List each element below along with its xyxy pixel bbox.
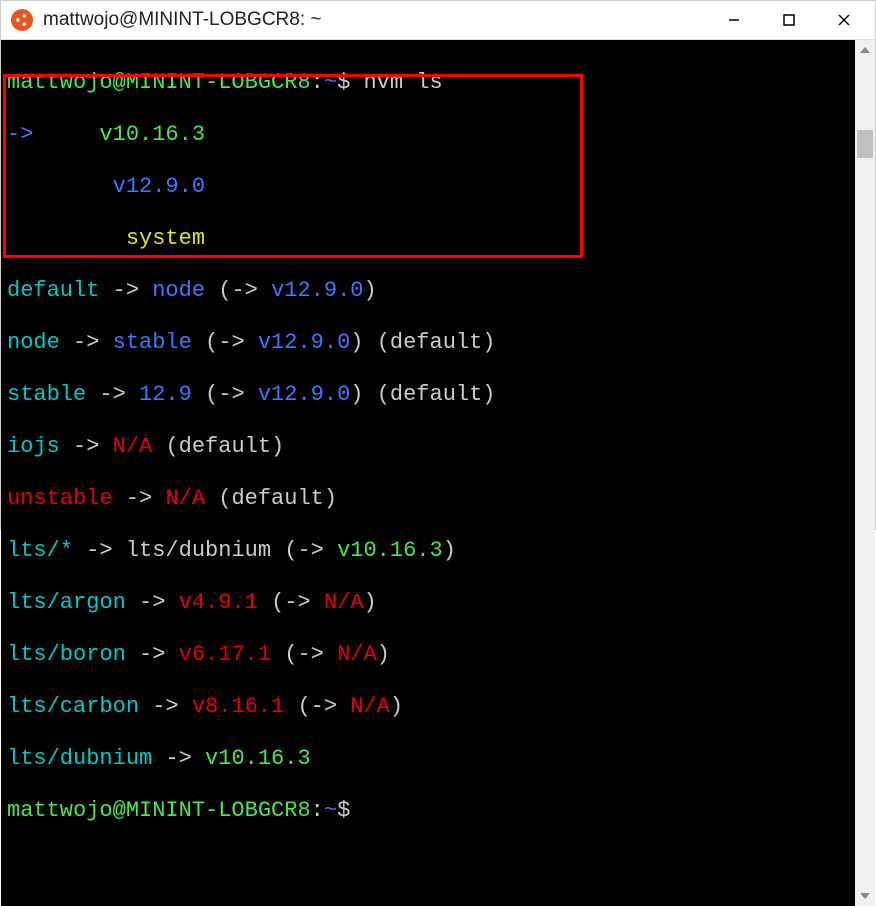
output-line: -> v10.16.3 (7, 122, 849, 148)
terminal-area: mattwojo@MININT-LOBGCR8:~$ nvm ls -> v10… (1, 40, 875, 906)
output-line: lts/carbon -> v8.16.1 (-> N/A) (7, 694, 849, 720)
titlebar: mattwojo@MININT-LOBGCR8: ~ (1, 1, 875, 40)
version-12: v12.9.0 (113, 174, 205, 199)
system-label: system (126, 226, 205, 251)
output-line: lts/dubnium -> v10.16.3 (7, 746, 849, 772)
terminal-output[interactable]: mattwojo@MININT-LOBGCR8:~$ nvm ls -> v10… (1, 40, 855, 906)
output-line: stable -> 12.9 (-> v12.9.0) (default) (7, 382, 849, 408)
prompt-userhost: mattwojo@MININT-LOBGCR8 (7, 70, 311, 95)
prompt-userhost: mattwojo@MININT-LOBGCR8 (7, 798, 311, 823)
alias-unstable: unstable (7, 486, 113, 511)
output-line: iojs -> N/A (default) (7, 434, 849, 460)
output-line: lts/argon -> v4.9.1 (-> N/A) (7, 590, 849, 616)
alias-lts-dubnium: lts/dubnium (7, 746, 152, 771)
alias-lts-boron: lts/boron (7, 642, 126, 667)
prompt-line: mattwojo@MININT-LOBGCR8:~$ (7, 798, 849, 824)
close-button[interactable] (816, 1, 871, 39)
scroll-down-button[interactable] (855, 886, 875, 906)
output-line: system (7, 226, 849, 252)
version-10: v10.16.3 (99, 122, 205, 147)
prompt-path: ~ (324, 70, 337, 95)
minimize-button[interactable] (706, 1, 761, 39)
output-line: lts/boron -> v6.17.1 (-> N/A) (7, 642, 849, 668)
scrollbar[interactable] (855, 40, 875, 906)
output-line: default -> node (-> v12.9.0) (7, 278, 849, 304)
maximize-button[interactable] (761, 1, 816, 39)
window-title: mattwojo@MININT-LOBGCR8: ~ (43, 9, 706, 31)
output-line: node -> stable (-> v12.9.0) (default) (7, 330, 849, 356)
alias-stable: stable (7, 382, 86, 407)
prompt-line: mattwojo@MININT-LOBGCR8:~$ nvm ls (7, 70, 849, 96)
current-arrow: -> (7, 122, 33, 147)
scroll-thumb[interactable] (857, 130, 873, 158)
output-line: lts/* -> lts/dubnium (-> v10.16.3) (7, 538, 849, 564)
alias-default: default (7, 278, 99, 303)
ubuntu-icon (11, 9, 33, 31)
alias-iojs: iojs (7, 434, 60, 459)
alias-lts-argon: lts/argon (7, 590, 126, 615)
scroll-up-button[interactable] (855, 40, 875, 60)
window-controls (706, 1, 871, 39)
prompt-dollar: $ (337, 70, 350, 95)
alias-lts-carbon: lts/carbon (7, 694, 139, 719)
output-line: unstable -> N/A (default) (7, 486, 849, 512)
prompt-colon: : (311, 70, 324, 95)
terminal-window: mattwojo@MININT-LOBGCR8: ~ mattwojo@MINI… (0, 0, 876, 530)
alias-lts-star: lts/* (7, 538, 73, 563)
output-line: v12.9.0 (7, 174, 849, 200)
command-text: nvm ls (363, 70, 442, 95)
alias-node: node (7, 330, 60, 355)
